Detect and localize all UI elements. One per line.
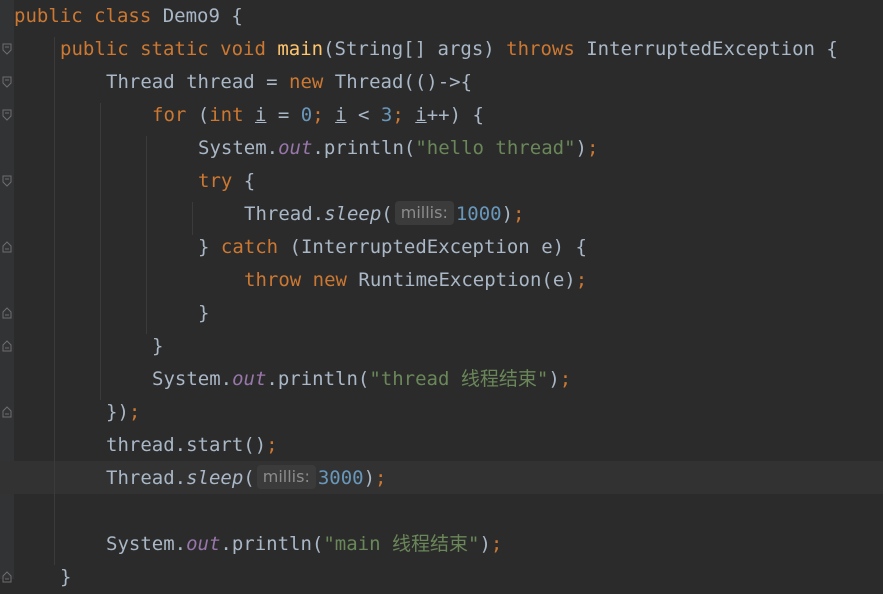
code-token: Thread. [106,467,187,489]
code-line[interactable]: for (int i = 0; i < 3; i++) { [14,99,484,132]
fold-end-icon[interactable] [2,307,12,319]
code-token: < [346,104,381,126]
code-token: ; [266,434,278,456]
code-token: "main 线程结束" [323,533,480,555]
code-token: ) [479,533,491,555]
code-token: out [186,533,221,555]
code-token: .println( [266,368,370,390]
code-token: } [198,236,221,258]
code-token: ; [392,104,416,126]
code-token: throw [244,269,313,291]
code-line[interactable]: } catch (InterruptedException e) { [14,231,587,264]
code-token: ; [513,203,525,225]
code-token: ; [586,137,599,159]
fold-start-icon[interactable] [2,175,12,187]
code-token: Demo9 { [162,5,243,27]
code-token: } [60,566,72,588]
code-token: System. [198,137,279,159]
code-line[interactable]: public static void main(String[] args) t… [14,33,838,66]
code-token: new [289,71,335,93]
fold-end-icon[interactable] [2,571,12,583]
code-token: new [312,269,359,291]
code-line[interactable]: System.out.println("hello thread"); [14,132,598,165]
code-token: ++) { [426,104,484,126]
fold-end-icon[interactable] [2,340,12,352]
code-token: InterruptedException { [586,38,838,60]
code-token: ; [312,104,336,126]
code-token: }) [106,401,129,423]
code-token: { [243,170,256,192]
code-line[interactable]: } [14,297,209,330]
code-line[interactable]: Thread.sleep(millis: 1000); [14,198,525,231]
code-token: ; [128,401,141,423]
code-token: (InterruptedException e) { [289,236,587,258]
code-line[interactable]: thread.start(); [14,429,278,462]
code-token: ) [501,203,514,225]
code-line[interactable]: } [14,561,71,594]
code-token: thread.start() [106,434,267,456]
code-token: catch [220,236,290,258]
code-token: ) [363,467,376,489]
fold-start-icon[interactable] [2,76,12,88]
code-token: 3000 [317,467,364,489]
code-token: "thread 线程结束" [369,368,549,390]
code-token: 0 [300,104,313,126]
code-token: ; [375,467,387,489]
fold-end-icon[interactable] [2,406,12,418]
code-token: ( [381,203,393,225]
code-token: public class [14,5,163,27]
parameter-hint: millis: [256,465,316,489]
code-token: int [209,104,255,126]
code-token: ( [243,467,255,489]
code-token: = [266,104,301,126]
code-line[interactable]: }); [14,396,140,429]
code-token: Thread. [244,203,325,225]
code-token: try [198,170,244,192]
code-token: ( [197,104,210,126]
code-token: out [278,137,313,159]
code-token: public static void [60,38,278,60]
code-token: } [198,302,210,324]
code-token: i [415,104,427,126]
code-token: .println( [312,137,416,159]
code-token: sleep [324,203,382,225]
code-token: ; [575,269,588,291]
code-line[interactable]: throw new RuntimeException(e); [14,264,587,297]
code-token: .println( [220,533,324,555]
code-token: Thread thread = [106,71,290,93]
code-token: ; [559,368,572,390]
code-token: Thread(()->{ [334,71,473,93]
code-line[interactable]: Thread thread = new Thread(()->{ [14,66,472,99]
code-token: ) [548,368,560,390]
code-token: "hello thread" [415,137,576,159]
code-token: ; [490,533,503,555]
code-token: 3 [380,104,393,126]
code-line[interactable]: System.out.println("thread 线程结束"); [14,363,571,396]
code-token: System. [152,368,233,390]
code-token: } [152,335,164,357]
fold-start-icon[interactable] [2,109,12,121]
fold-start-icon[interactable] [2,43,12,55]
code-token: System. [106,533,187,555]
code-line[interactable]: System.out.println("main 线程结束"); [14,528,502,561]
code-token: ) [575,137,587,159]
code-line[interactable]: Thread.sleep(millis: 3000); [14,462,387,495]
code-token: out [232,368,267,390]
code-token: 1000 [455,203,502,225]
code-token: RuntimeException(e) [358,269,576,291]
code-token: (String[] args) [323,38,507,60]
code-token: i [254,104,267,126]
code-token: i [335,104,347,126]
code-token: main [277,38,324,60]
code-token: for [152,104,198,126]
code-line[interactable]: public class Demo9 { [14,0,243,33]
parameter-hint: millis: [394,201,454,225]
fold-end-icon[interactable] [2,241,12,253]
code-token: throws [506,38,587,60]
code-line[interactable]: try { [14,165,255,198]
code-line[interactable]: } [14,330,163,363]
code-token: sleep [186,467,244,489]
